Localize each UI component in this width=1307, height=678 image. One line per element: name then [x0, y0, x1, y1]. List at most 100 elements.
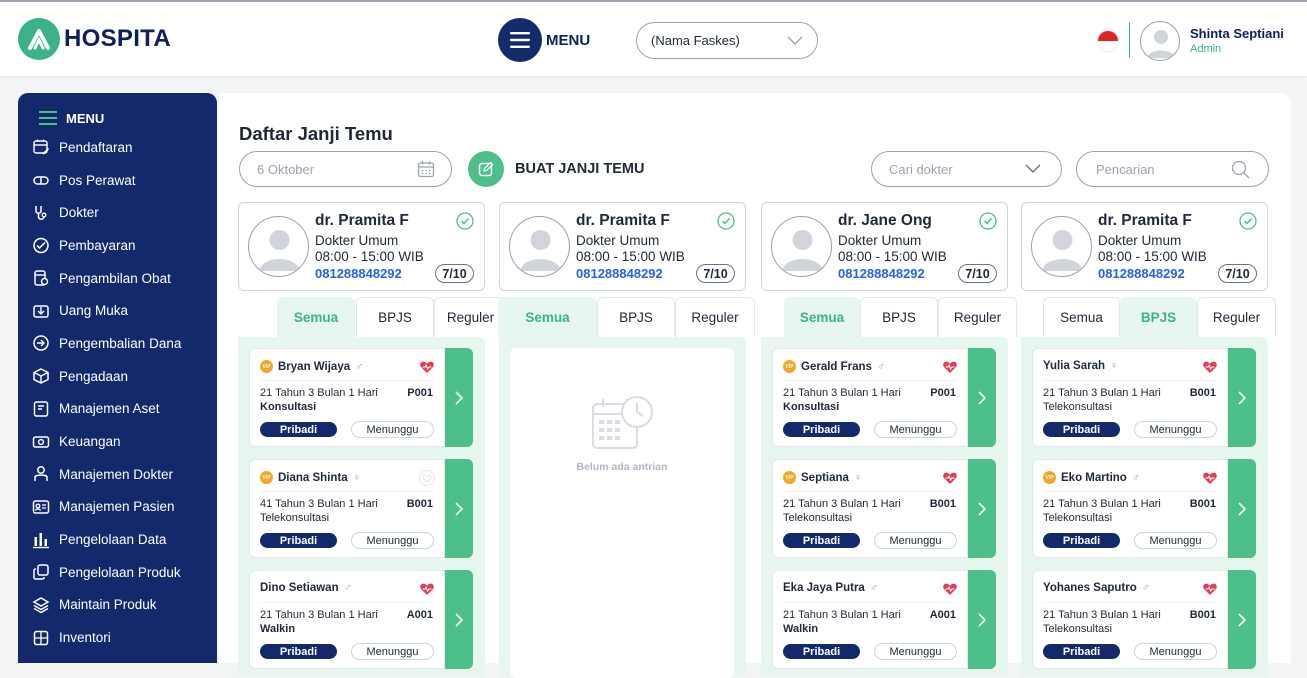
- doctor-quota: 7/10: [1218, 264, 1257, 283]
- sidebar-item-manajemen-aset[interactable]: Manajemen Aset: [18, 393, 217, 426]
- user-avatar[interactable]: [1140, 21, 1180, 61]
- patient-card[interactable]: VIP Gerald Frans ♂ 21 Tahun 3 Bulan 1 Hari P…: [772, 348, 996, 447]
- sidebar-item-manajemen-pasien[interactable]: Manajemen Pasien: [18, 491, 217, 524]
- doctor-avatar: [248, 216, 309, 277]
- heart-monitor-icon[interactable]: [942, 359, 958, 375]
- patient-card[interactable]: VIP Septiana ♀ 21 Tahun 3 Bulan 1 Hari B001 T…: [772, 459, 996, 558]
- doctor-filter-select[interactable]: Cari dokter: [871, 151, 1062, 187]
- doctor-filter-placeholder: Cari dokter: [889, 161, 953, 177]
- patient-card[interactable]: Yohanes Saputro ♂ 21 Tahun 3 Bulan 1 Hari B…: [1032, 570, 1256, 669]
- queue-list: Yulia Sarah ♀ 21 Tahun 3 Bulan 1 Hari B001 T…: [1021, 337, 1268, 677]
- patient-age: 21 Tahun 3 Bulan 1 Hari: [783, 498, 901, 510]
- doctor-card[interactable]: dr. Pramita F Dokter Umum 08:00 - 15:00 WI…: [499, 202, 746, 291]
- heart-monitor-icon[interactable]: [1202, 359, 1218, 375]
- tab-bpjs[interactable]: BPJS: [356, 297, 434, 337]
- patient-name: Bryan Wijaya: [278, 360, 351, 373]
- tab-bpjs[interactable]: BPJS: [860, 297, 938, 337]
- visit-type: Telekonsultasi: [783, 512, 853, 524]
- sidebar-item-manajemen-dokter[interactable]: Manajemen Dokter: [18, 458, 217, 491]
- heart-monitor-icon[interactable]: [1202, 470, 1218, 486]
- card-divider: [260, 602, 434, 603]
- sidebar-title: MENU: [66, 110, 105, 126]
- search-input[interactable]: Pencarian: [1076, 151, 1269, 187]
- patient-card-body: Dino Setiawan ♂ 21 Tahun 3 Bulan 1 Hari A00…: [249, 570, 445, 669]
- doctor-card[interactable]: dr. Jane Ong Dokter Umum 08:00 - 15:00 WIB…: [761, 202, 1008, 291]
- heart-monitor-icon[interactable]: [419, 581, 435, 597]
- main-menu-button[interactable]: MENU: [498, 18, 590, 62]
- queue-code: B001: [406, 498, 433, 510]
- sidebar-item-inventori[interactable]: Inventori: [18, 621, 217, 654]
- create-appointment-button[interactable]: BUAT JANJI TEMU: [468, 151, 644, 187]
- doctor-avatar: [1031, 216, 1092, 277]
- sidebar-item-pengelolaan-data[interactable]: Pengelolaan Data: [18, 523, 217, 556]
- open-patient-button[interactable]: [1228, 570, 1256, 669]
- gender-icon: ♂: [343, 582, 352, 594]
- language-flag-icon[interactable]: [1097, 30, 1119, 52]
- sidebar-menu-header[interactable]: MENU: [18, 107, 217, 129]
- patient-card[interactable]: Yulia Sarah ♀ 21 Tahun 3 Bulan 1 Hari B001 T…: [1032, 348, 1256, 447]
- patient-name: Eka Jaya Putra: [783, 582, 865, 594]
- sidebar-item-pengelolaan-produk[interactable]: Pengelolaan Produk: [18, 556, 217, 589]
- sidebar-item-uang-muka[interactable]: Uang Muka: [18, 294, 217, 327]
- page-title: Daftar Janji Temu: [239, 123, 393, 144]
- tab-reguler[interactable]: Reguler: [1197, 297, 1276, 337]
- tab-reguler[interactable]: Reguler: [675, 297, 755, 337]
- sidebar-item-label: Pembayaran: [59, 237, 136, 253]
- patient-card[interactable]: Dino Setiawan ♂ 21 Tahun 3 Bulan 1 Hari A00…: [249, 570, 473, 669]
- heart-monitor-icon[interactable]: [942, 581, 958, 597]
- open-patient-button[interactable]: [1228, 459, 1256, 558]
- user-name[interactable]: Shinta Septiani: [1190, 26, 1284, 41]
- heart-monitor-icon[interactable]: [419, 470, 435, 486]
- search-icon: [1231, 160, 1250, 178]
- tab-semua[interactable]: Semua: [277, 297, 355, 337]
- app-logo[interactable]: HOSPITA: [18, 18, 171, 60]
- open-patient-button[interactable]: [1228, 348, 1256, 447]
- tab-semua[interactable]: Semua: [498, 297, 597, 337]
- sidebar-item-pendaftaran[interactable]: Pendaftaran: [18, 131, 217, 164]
- sidebar-item-pengambilan-obat[interactable]: Pengambilan Obat: [18, 262, 217, 295]
- patient-card[interactable]: VIP Bryan Wijaya ♂ 21 Tahun 3 Bulan 1 Hari P…: [249, 348, 473, 447]
- open-patient-button[interactable]: [445, 459, 473, 558]
- patient-name-row: VIP Gerald Frans ♂: [783, 360, 885, 373]
- queue-tabs: Semua BPJS Reguler: [761, 297, 1017, 337]
- heart-monitor-icon[interactable]: [419, 359, 435, 375]
- sidebar-item-pos-perawat[interactable]: Pos Perawat: [18, 164, 217, 197]
- tab-semua[interactable]: Semua: [784, 297, 860, 337]
- sidebar-item-dokter[interactable]: Dokter: [18, 196, 217, 229]
- tab-reguler[interactable]: Reguler: [434, 297, 507, 337]
- open-patient-button[interactable]: [445, 348, 473, 447]
- heart-monitor-icon[interactable]: [1202, 581, 1218, 597]
- open-patient-button[interactable]: [968, 570, 996, 669]
- patient-card[interactable]: Eka Jaya Putra ♂ 21 Tahun 3 Bulan 1 Hari A0…: [772, 570, 996, 669]
- patient-age: 21 Tahun 3 Bulan 1 Hari: [1043, 498, 1161, 510]
- payment-badge: Pribadi: [783, 533, 860, 548]
- tab-bpjs[interactable]: BPJS: [597, 297, 675, 337]
- date-picker[interactable]: 6 Oktober: [239, 151, 452, 187]
- open-patient-button[interactable]: [445, 570, 473, 669]
- doctor-card[interactable]: dr. Pramita F Dokter Umum 08:00 - 15:00 WI…: [238, 202, 485, 291]
- tab-bpjs[interactable]: BPJS: [1120, 297, 1197, 337]
- open-patient-button[interactable]: [968, 348, 996, 447]
- inventory-icon: [32, 629, 50, 647]
- open-patient-button[interactable]: [968, 459, 996, 558]
- tab-semua[interactable]: Semua: [1043, 297, 1120, 337]
- sidebar-item-keuangan[interactable]: Keuangan: [18, 425, 217, 458]
- money-icon: [32, 433, 50, 451]
- sidebar-item-pengembalian-dana[interactable]: Pengembalian Dana: [18, 327, 217, 360]
- patient-card[interactable]: VIP Eko Martino ♂ 21 Tahun 3 Bulan 1 Hari B0…: [1032, 459, 1256, 558]
- sidebar-item-pengadaan[interactable]: Pengadaan: [18, 360, 217, 393]
- queue-tabs: Semua BPJS Reguler: [498, 297, 755, 337]
- brand-name: HOSPITA: [64, 25, 171, 52]
- chevron-right-icon: [455, 612, 463, 627]
- sidebar-item-maintain-produk[interactable]: Maintain Produk: [18, 589, 217, 622]
- tab-reguler[interactable]: Reguler: [938, 297, 1017, 337]
- doctor-card[interactable]: dr. Pramita F Dokter Umum 08:00 - 15:00 WI…: [1021, 202, 1268, 291]
- vip-badge-icon: VIP: [783, 471, 796, 484]
- patient-age: 41 Tahun 3 Bulan 1 Hari: [260, 498, 378, 510]
- sidebar-item-pembayaran[interactable]: Pembayaran: [18, 229, 217, 262]
- faskes-select[interactable]: (Nama Faskes): [636, 22, 818, 59]
- heart-monitor-icon[interactable]: [942, 470, 958, 486]
- patient-card[interactable]: VIP Diana Shinta ♀ 41 Tahun 3 Bulan 1 Hari B…: [249, 459, 473, 558]
- card-divider: [783, 380, 957, 381]
- visit-type: Telekonsultasi: [260, 512, 330, 524]
